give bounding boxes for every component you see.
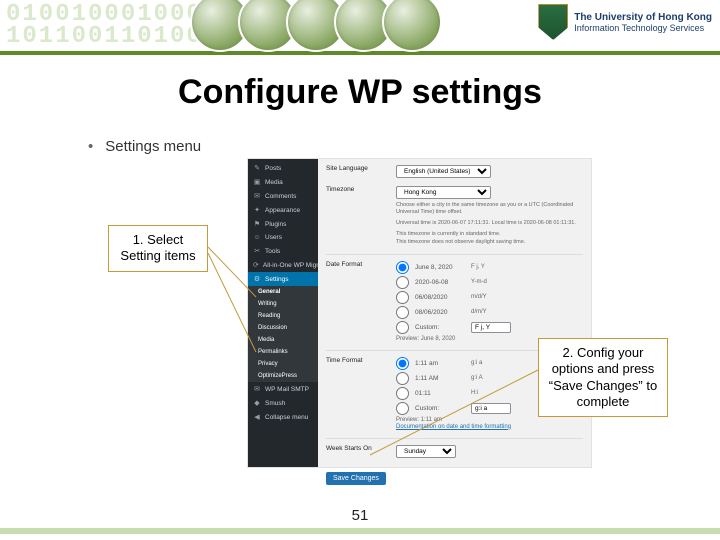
sidebar-sub-permalinks[interactable]: Permalinks bbox=[248, 346, 318, 358]
docs-link[interactable]: Documentation on date and time formattin… bbox=[396, 424, 511, 430]
sidebar-sub-discussion[interactable]: Discussion bbox=[248, 322, 318, 334]
sidebar-sub-optimize[interactable]: OptimizePress bbox=[248, 370, 318, 382]
page-number: 51 bbox=[0, 507, 720, 524]
pin-icon: ✎ bbox=[253, 164, 261, 172]
label-timeformat: Time Format bbox=[326, 357, 388, 364]
sidebar-sub-reading[interactable]: Reading bbox=[248, 310, 318, 322]
save-changes-button[interactable]: Save Changes bbox=[326, 472, 386, 485]
slide-title: Configure WP settings bbox=[0, 73, 720, 112]
timezone-desc3: This timezone is currently in standard t… bbox=[396, 231, 583, 238]
dateformat-opt[interactable]: 06/08/2020m/d/Y bbox=[396, 291, 511, 304]
select-site-lang[interactable]: English (United States) bbox=[396, 165, 491, 178]
dateformat-custom[interactable]: Custom: bbox=[396, 321, 511, 334]
hku-line1: The University of Hong Kong bbox=[574, 12, 712, 23]
sidebar-sub-privacy[interactable]: Privacy bbox=[248, 358, 318, 370]
media-icon: ▣ bbox=[253, 178, 261, 186]
gear-icon: ⚙ bbox=[253, 275, 261, 283]
sidebar-collapse[interactable]: ◀Collapse menu bbox=[248, 410, 318, 424]
sidebar-item-mail[interactable]: ✉WP Mail SMTP bbox=[248, 382, 318, 396]
timeformat-opt[interactable]: 01:11H:i bbox=[396, 387, 511, 400]
sidebar-item-aio[interactable]: ⟳All-in-One WP Migration bbox=[248, 258, 318, 272]
slide-banner: 0100100010001 1011001101001 The Universi… bbox=[0, 0, 720, 55]
wrench-icon: ✂ bbox=[253, 247, 261, 255]
sidebar-item-settings[interactable]: ⚙Settings bbox=[248, 272, 318, 286]
timezone-desc1: Choose either a city in the same timezon… bbox=[396, 202, 583, 216]
sidebar-item-appearance[interactable]: ✦Appearance bbox=[248, 203, 318, 217]
label-dateformat: Date Format bbox=[326, 261, 388, 268]
sidebar-sub-general[interactable]: General bbox=[248, 286, 318, 298]
sidebar-item-comments[interactable]: ✉Comments bbox=[248, 189, 318, 203]
sidebar-item-posts[interactable]: ✎Posts bbox=[248, 161, 318, 175]
hku-logo-block: The University of Hong Kong Information … bbox=[538, 4, 712, 40]
footer-bar bbox=[0, 528, 720, 534]
comment-icon: ✉ bbox=[253, 192, 261, 200]
timeformat-custom[interactable]: Custom: bbox=[396, 402, 511, 415]
hku-line2: Information Technology Services bbox=[574, 23, 712, 33]
wp-sidebar: ✎Posts ▣Media ✉Comments ✦Appearance ⚑Plu… bbox=[248, 159, 318, 467]
brush-icon: ✦ bbox=[253, 206, 261, 214]
callout-config-save: 2. Config your options and press “Save C… bbox=[538, 338, 668, 417]
sidebar-sub-media[interactable]: Media bbox=[248, 334, 318, 346]
wp-admin-screenshot: ✎Posts ▣Media ✉Comments ✦Appearance ⚑Plu… bbox=[247, 158, 592, 468]
sidebar-item-users[interactable]: ☺Users bbox=[248, 231, 318, 244]
label-weekstart: Week Starts On bbox=[326, 445, 388, 452]
sidebar-item-plugins[interactable]: ⚑Plugins bbox=[248, 217, 318, 231]
timezone-desc2: Universal time is 2020-06-07 17:11:31. L… bbox=[396, 220, 583, 227]
mail-icon: ✉ bbox=[253, 385, 261, 393]
collapse-icon: ◀ bbox=[253, 413, 261, 421]
migrate-icon: ⟳ bbox=[253, 261, 259, 269]
select-timezone[interactable]: Hong Kong bbox=[396, 186, 491, 199]
bullet-icon: • bbox=[88, 138, 93, 155]
dateformat-opt[interactable]: June 8, 2020F j, Y bbox=[396, 261, 511, 274]
plug-icon: ⚑ bbox=[253, 220, 261, 228]
bullet-label: Settings menu bbox=[105, 138, 201, 155]
sidebar-item-tools[interactable]: ✂Tools bbox=[248, 244, 318, 258]
dateformat-options: June 8, 2020F j, Y 2020-06-08Y-m-d 06/08… bbox=[396, 261, 511, 342]
label-timezone: Timezone bbox=[326, 186, 388, 193]
sidebar-item-media[interactable]: ▣Media bbox=[248, 175, 318, 189]
dateformat-opt[interactable]: 08/06/2020d/m/Y bbox=[396, 306, 511, 319]
user-icon: ☺ bbox=[253, 234, 261, 241]
callout-select-settings: 1. Select Setting items bbox=[108, 225, 208, 272]
sidebar-sub-writing[interactable]: Writing bbox=[248, 298, 318, 310]
timeformat-opt[interactable]: 1:11 amg:i a bbox=[396, 357, 511, 370]
sidebar-item-smush[interactable]: ◆Smush bbox=[248, 396, 318, 410]
banner-circles bbox=[190, 0, 442, 62]
wp-main-panel: Site Language English (United States) Ti… bbox=[318, 159, 591, 467]
smush-icon: ◆ bbox=[253, 399, 261, 407]
hku-shield-icon bbox=[538, 4, 568, 40]
label-site-lang: Site Language bbox=[326, 165, 388, 172]
timeformat-opt[interactable]: 1:11 AMg:i A bbox=[396, 372, 511, 385]
timeformat-options: 1:11 amg:i a 1:11 AMg:i A 01:11H:i Custo… bbox=[396, 357, 511, 430]
binary-decor: 0100100010001 1011001101001 bbox=[0, 0, 220, 55]
bullet-settings-menu: • Settings menu bbox=[88, 138, 720, 155]
select-weekstart[interactable]: Sunday bbox=[396, 445, 456, 458]
timezone-desc4: This timezone does not observe daylight … bbox=[396, 239, 583, 246]
dateformat-opt[interactable]: 2020-06-08Y-m-d bbox=[396, 276, 511, 289]
